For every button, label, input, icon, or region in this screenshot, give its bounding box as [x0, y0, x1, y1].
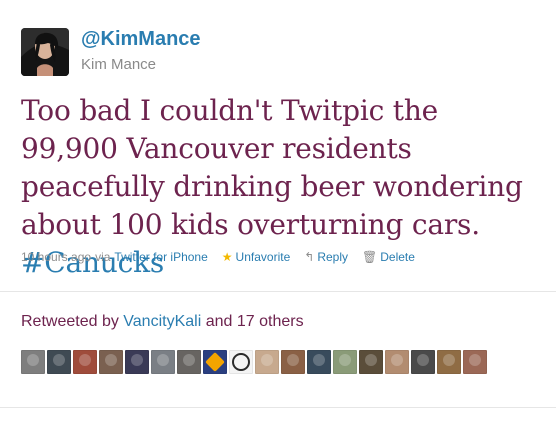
tweet-meta: 10 hours ago via Twitter for iPhone ★ Un… — [21, 250, 415, 264]
trash-icon: 🗑 — [362, 250, 378, 264]
retweeter-avatar-16[interactable] — [411, 350, 435, 374]
delete-action[interactable]: 🗑 Delete — [362, 250, 415, 264]
author-screen-name-link[interactable]: @KimMance — [81, 29, 201, 50]
reply-action[interactable]: ↰ Reply — [304, 250, 348, 264]
reply-icon: ↰ — [304, 250, 315, 264]
retweeter-avatar-18[interactable] — [463, 350, 487, 374]
tweet-body-text: Too bad I couldn't Twitpic the 99,900 Va… — [21, 94, 523, 241]
retweeter-avatar-11[interactable] — [281, 350, 305, 374]
author-full-name: Kim Mance — [81, 56, 157, 73]
retweeter-avatar-12[interactable] — [307, 350, 331, 374]
retweeter-avatar-5[interactable] — [125, 350, 149, 374]
retweet-summary: Retweeted by VancityKali and 17 others — [21, 313, 304, 331]
retweeter-avatar-17[interactable] — [437, 350, 461, 374]
via-label: via — [95, 250, 111, 264]
retweeter-avatar-2[interactable] — [47, 350, 71, 374]
star-icon: ★ — [221, 250, 233, 264]
retweeted-by-label: Retweeted by — [21, 313, 119, 330]
tweet-header: @KimMance Kim Mance — [21, 28, 201, 76]
retweeter-link[interactable]: VancityKali — [123, 313, 201, 330]
author-avatar-image — [21, 28, 69, 76]
retweeter-avatar-14[interactable] — [359, 350, 383, 374]
retweeter-avatar-15[interactable] — [385, 350, 409, 374]
retweeter-avatar-3[interactable] — [73, 350, 97, 374]
bottom-divider — [0, 407, 556, 408]
retweeter-avatars — [21, 350, 487, 374]
retweeter-avatar-4[interactable] — [99, 350, 123, 374]
meta-divider — [0, 291, 556, 292]
tweet-card: @KimMance Kim Mance Too bad I couldn't T… — [0, 0, 556, 425]
retweeter-avatar-7[interactable] — [177, 350, 201, 374]
retweeter-avatar-9[interactable] — [229, 350, 253, 374]
retweeter-avatar-1[interactable] — [21, 350, 45, 374]
retweeter-avatar-8[interactable] — [203, 350, 227, 374]
retweeter-avatar-13[interactable] — [333, 350, 357, 374]
retweeter-avatar-10[interactable] — [255, 350, 279, 374]
tweet-source-link[interactable]: Twitter for iPhone — [114, 250, 207, 264]
unfavorite-action[interactable]: ★ Unfavorite — [222, 250, 290, 264]
tweet-timestamp[interactable]: 10 hours ago — [21, 250, 91, 264]
delete-label: Delete — [380, 250, 415, 264]
retweet-others-label: and 17 others — [205, 313, 304, 330]
author-avatar[interactable] — [21, 28, 69, 76]
unfavorite-label: Unfavorite — [235, 250, 291, 264]
retweeter-avatar-6[interactable] — [151, 350, 175, 374]
reply-label: Reply — [317, 250, 348, 264]
author-name-block: @KimMance Kim Mance — [81, 28, 201, 73]
